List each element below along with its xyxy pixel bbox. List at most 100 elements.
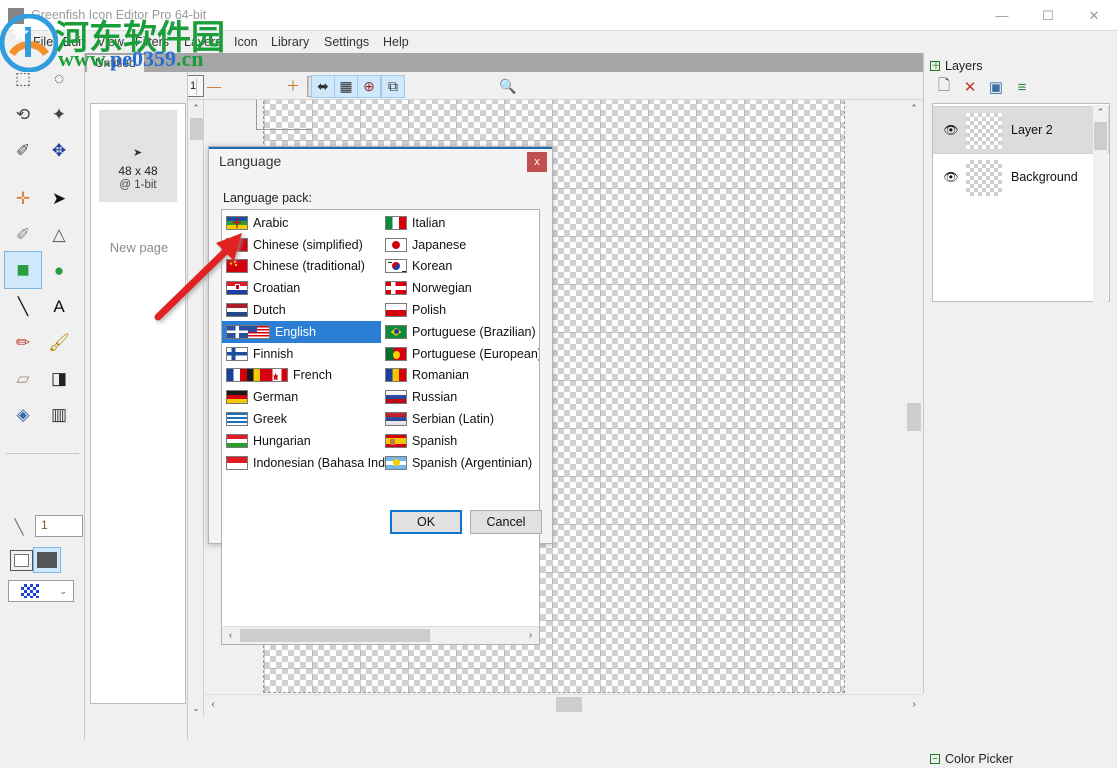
language-list-item[interactable]: Greek <box>222 408 381 430</box>
layer-properties-icon[interactable]: ▣ <box>984 75 1008 99</box>
hollow-shape-icon[interactable] <box>10 550 33 571</box>
language-list-item[interactable]: English <box>222 321 381 343</box>
menu-icon[interactable]: Icon <box>227 33 265 51</box>
text-tool[interactable]: A <box>42 289 76 323</box>
toggle-guides-icon[interactable]: ⊕ <box>357 75 381 98</box>
menu-edit[interactable]: Edit <box>56 33 92 51</box>
color-picker-tool[interactable]: ✐ <box>6 217 40 251</box>
language-list-item[interactable]: Chinese (simplified) <box>222 234 381 256</box>
expand-icon[interactable]: ＋ <box>930 61 940 71</box>
language-list-item[interactable]: Romanian <box>381 365 540 387</box>
layer-list[interactable]: 👁Layer 2👁Background ⌃ <box>932 103 1110 302</box>
language-list-item[interactable]: Spanish (Argentinian) <box>381 452 540 474</box>
pencil-tool[interactable]: ✏ <box>6 325 40 359</box>
ellipse-select-tool[interactable]: ◌ <box>42 61 76 95</box>
layer-row[interactable]: 👁Layer 2 <box>933 106 1109 154</box>
toggle-layers-icon[interactable]: ⧉ <box>381 75 405 98</box>
new-page-label[interactable]: New page <box>91 240 187 255</box>
scroll-up-icon[interactable]: ⌃ <box>1093 105 1108 120</box>
solid-shape-icon[interactable] <box>33 547 61 573</box>
language-list-item[interactable]: Chinese (traditional) <box>222 256 381 278</box>
language-list-item[interactable]: Korean <box>381 256 540 278</box>
scrollbar-thumb[interactable] <box>556 697 582 712</box>
scroll-left-icon[interactable]: ‹ <box>204 695 222 714</box>
scrollbar-thumb[interactable] <box>1094 122 1107 150</box>
fill-bucket-tool[interactable]: ◨ <box>42 361 76 395</box>
ellipse-tool[interactable]: ● <box>42 253 76 287</box>
language-list-item[interactable]: Japanese <box>381 234 540 256</box>
pages-vertical-scrollbar[interactable]: ⌃ ⌄ <box>188 100 204 716</box>
language-list-item[interactable]: Indonesian (Bahasa Indone <box>222 452 381 474</box>
pattern-dropdown[interactable]: ⌄ <box>8 580 74 602</box>
move-tool[interactable]: ✥ <box>42 133 76 167</box>
menu-view[interactable]: View <box>90 33 131 51</box>
menu-library[interactable]: Library <box>264 33 316 51</box>
close-button[interactable]: ✕ <box>1071 0 1117 31</box>
ok-button[interactable]: OK <box>390 510 462 534</box>
delete-layer-icon[interactable]: ✕ <box>958 75 982 99</box>
layer-list-scrollbar[interactable]: ⌃ <box>1093 105 1108 302</box>
rect-select-tool[interactable]: ⬚ <box>6 61 40 95</box>
transform-tool[interactable]: ✛ <box>6 181 40 215</box>
menu-filters[interactable]: Filters <box>128 33 176 51</box>
rectangle-tool[interactable]: ■ <box>4 251 42 289</box>
freehand-select-tool[interactable]: ✐ <box>6 133 40 167</box>
menu-settings[interactable]: Settings <box>317 33 376 51</box>
collapse-icon[interactable]: − <box>930 754 940 764</box>
scroll-up-icon[interactable]: ⌃ <box>905 100 923 116</box>
scroll-down-icon[interactable]: ⌄ <box>188 700 204 716</box>
scroll-up-icon[interactable]: ⌃ <box>188 100 204 116</box>
layers-panel-header[interactable]: ＋Layers <box>924 57 1117 75</box>
page-thumbnail[interactable]: ➤ 48 x 48 @ 1-bit <box>99 110 177 202</box>
language-list-item[interactable]: Italian <box>381 212 540 234</box>
language-list-item[interactable]: Russian <box>381 386 540 408</box>
minimize-button[interactable]: — <box>979 0 1025 31</box>
smudge-tool[interactable]: ◈ <box>6 397 40 431</box>
scroll-left-icon[interactable]: ‹ <box>222 627 239 644</box>
menu-layers[interactable]: Layers <box>177 33 229 51</box>
language-list-item[interactable]: French <box>222 365 381 387</box>
eraser-tool[interactable]: ▱ <box>6 361 40 395</box>
toggle-canvas-size-icon[interactable]: ⬌ <box>311 75 335 98</box>
color-picker-panel-header[interactable]: −Color Picker <box>924 750 1117 768</box>
merge-layers-icon[interactable]: ≡ <box>1010 75 1034 99</box>
language-list-horizontal-scrollbar[interactable]: ‹ › <box>221 626 540 645</box>
zoom-out-button[interactable]: — <box>203 75 225 97</box>
pointer-tool[interactable]: ➤ <box>42 181 76 215</box>
cancel-button[interactable]: Cancel <box>470 510 542 534</box>
scroll-right-icon[interactable]: › <box>522 627 539 644</box>
language-list-item[interactable]: Polish <box>381 299 540 321</box>
eye-icon[interactable]: 👁 <box>941 123 961 137</box>
magic-wand-tool[interactable]: ✦ <box>42 97 76 131</box>
canvas-vertical-scrollbar[interactable]: ⌃ ⌄ <box>905 100 923 716</box>
menu-help[interactable]: Help <box>376 33 416 51</box>
magnifier-icon[interactable]: 🔍 <box>497 75 519 97</box>
language-list-item[interactable]: Arabic <box>222 212 381 234</box>
scroll-right-icon[interactable]: › <box>905 695 923 714</box>
language-list-item[interactable]: Portuguese (European) <box>381 343 540 365</box>
eye-icon[interactable]: 👁 <box>941 170 961 184</box>
canvas-horizontal-scrollbar[interactable]: ‹ › <box>204 694 923 713</box>
language-list-item[interactable]: Serbian (Latin) <box>381 408 540 430</box>
language-list-item[interactable]: German <box>222 386 381 408</box>
language-list-item[interactable]: Hungarian <box>222 430 381 452</box>
maximize-button[interactable]: ☐ <box>1025 0 1071 31</box>
line-width-input[interactable]: 1 <box>35 515 83 537</box>
blur-sharpen-tool[interactable]: △ <box>42 217 76 251</box>
language-list-item[interactable]: Spanish <box>381 430 540 452</box>
tab-untitled[interactable]: Untitled <box>87 55 144 72</box>
layer-row[interactable]: 👁Background <box>933 154 1109 202</box>
close-icon[interactable]: x <box>527 152 547 172</box>
language-list-item[interactable]: Norwegian <box>381 277 540 299</box>
scrollbar-thumb[interactable] <box>240 629 430 642</box>
scrollbar-thumb[interactable] <box>190 118 203 140</box>
new-layer-icon[interactable]: 🗋 <box>932 75 956 99</box>
language-list-item[interactable]: Croatian <box>222 277 381 299</box>
toggle-grid-icon[interactable]: ▦ <box>334 75 358 98</box>
lasso-select-tool[interactable]: ⟲ <box>6 97 40 131</box>
language-list[interactable]: ArabicChinese (simplified)Chinese (tradi… <box>221 209 540 645</box>
language-list-item[interactable]: Dutch <box>222 299 381 321</box>
gradient-tool[interactable]: ▥ <box>42 397 76 431</box>
language-list-item[interactable]: Finnish <box>222 343 381 365</box>
scrollbar-thumb[interactable] <box>907 403 921 431</box>
